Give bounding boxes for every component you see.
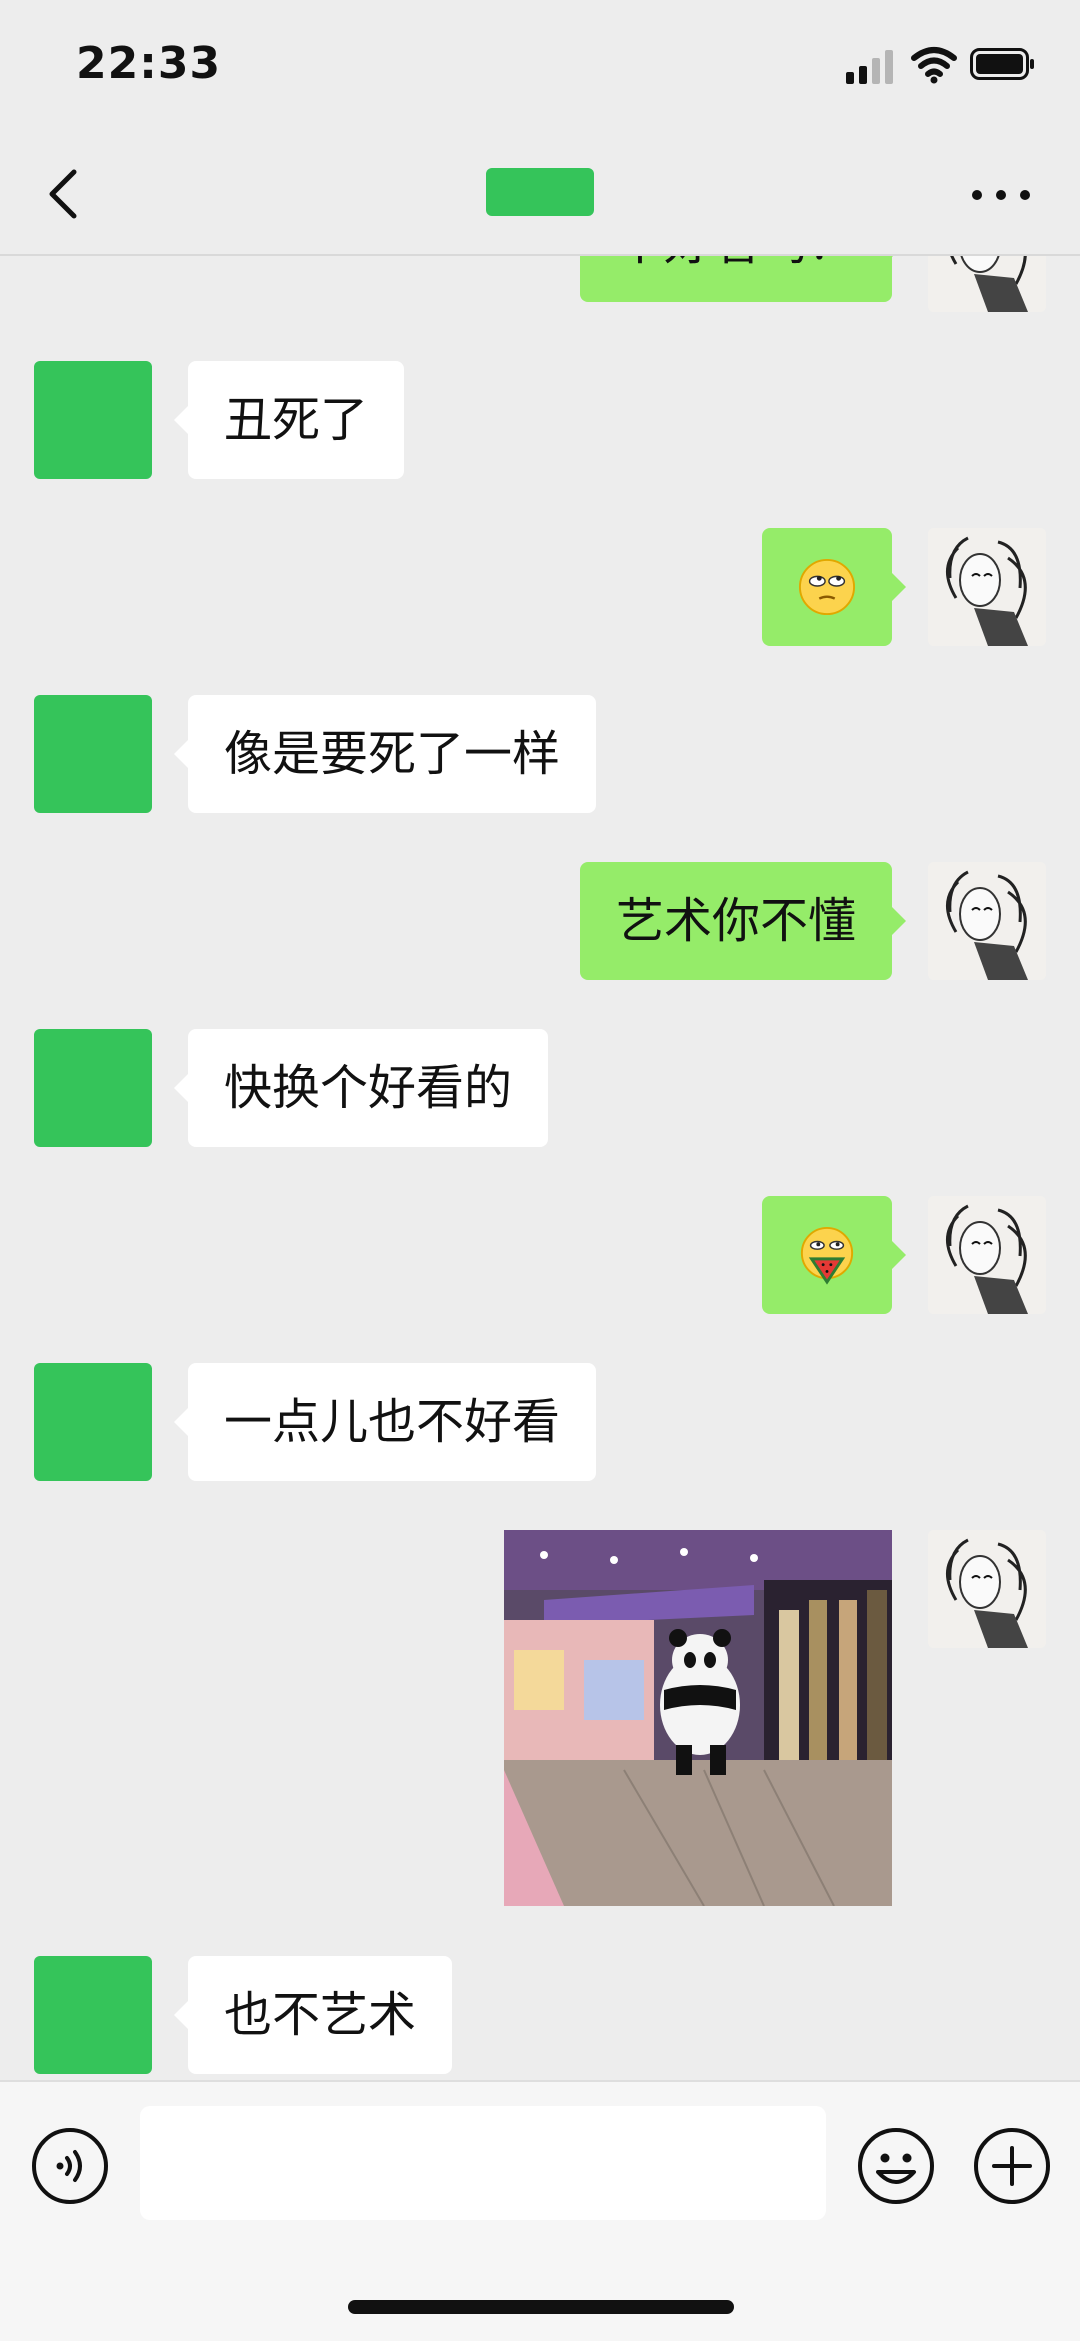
my-avatar[interactable]	[928, 1530, 1046, 1648]
contact-avatar[interactable]	[34, 1029, 152, 1147]
message-list[interactable]: 不好看吗？ 丑死了 像是要死了一样 艺术你不懂 快换个好看的	[0, 256, 1080, 2080]
message-bubble-received[interactable]: 丑死了	[173, 361, 405, 479]
my-avatar[interactable]	[928, 1196, 1046, 1314]
back-arrow-icon[interactable]	[44, 166, 84, 222]
more-options-icon[interactable]	[972, 186, 1032, 202]
home-indicator[interactable]	[348, 2300, 734, 2314]
panda-photo-image	[504, 1530, 892, 1906]
my-avatar[interactable]	[928, 862, 1046, 980]
eye-roll-emoji-icon	[798, 558, 856, 616]
sketch-girl-avatar-icon	[928, 256, 1046, 312]
sketch-girl-avatar-icon	[928, 1530, 1046, 1648]
message-input[interactable]	[140, 2106, 826, 2220]
status-time: 22:33	[76, 38, 222, 89]
sketch-girl-avatar-icon	[928, 862, 1046, 980]
message-bubble-sent[interactable]: 艺术你不懂	[579, 862, 907, 980]
battery-icon	[970, 48, 1034, 80]
sketch-girl-avatar-icon	[928, 1196, 1046, 1314]
message-text: 不好看吗？	[616, 256, 856, 271]
wifi-icon	[911, 47, 957, 84]
chat-title	[486, 168, 594, 216]
message-bubble-sent[interactable]	[762, 1196, 906, 1314]
message-bubble-received[interactable]: 像是要死了一样	[173, 695, 597, 813]
message-bubble-sent[interactable]	[762, 528, 906, 646]
contact-avatar[interactable]	[34, 1956, 152, 2074]
emoji-picker-icon[interactable]	[856, 2126, 936, 2206]
contact-avatar[interactable]	[34, 361, 152, 479]
message-bubble-sent[interactable]: 不好看吗？	[579, 256, 907, 302]
more-actions-plus-icon[interactable]	[972, 2126, 1052, 2206]
message-bubble-received[interactable]: 快换个好看的	[173, 1029, 549, 1147]
message-text: 也不艺术	[224, 1987, 417, 2043]
message-text: 像是要死了一样	[224, 726, 561, 782]
cellular-signal-icon	[846, 48, 896, 84]
message-text: 艺术你不懂	[615, 893, 856, 949]
chat-header	[0, 130, 1080, 256]
message-text: 一点儿也不好看	[224, 1394, 561, 1450]
sketch-girl-avatar-icon	[928, 528, 1046, 646]
panda-costume-mall-photo[interactable]	[504, 1530, 892, 1906]
my-avatar[interactable]	[928, 256, 1046, 312]
message-bubble-received[interactable]: 也不艺术	[173, 1956, 453, 2074]
voice-input-icon[interactable]	[30, 2126, 110, 2206]
contact-avatar[interactable]	[34, 695, 152, 813]
message-text: 快换个好看的	[224, 1060, 513, 1116]
message-bubble-received[interactable]: 一点儿也不好看	[173, 1363, 597, 1481]
my-avatar[interactable]	[928, 528, 1046, 646]
watermelon-emoji-icon	[800, 1226, 854, 1285]
status-bar: 22:33	[0, 0, 1080, 130]
message-text: 丑死了	[224, 392, 369, 448]
contact-avatar[interactable]	[34, 1363, 152, 1481]
